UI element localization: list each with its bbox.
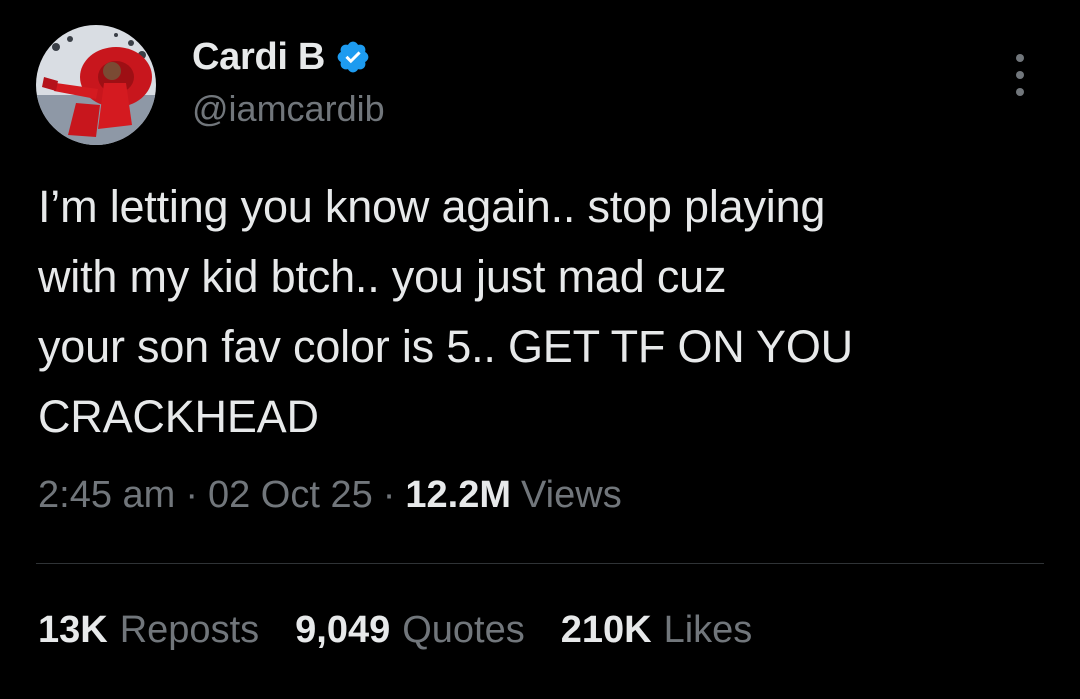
quotes-count: 9,049 — [295, 609, 391, 651]
tweet-text: I’m letting you know again.. stop playin… — [38, 181, 853, 442]
views-label[interactable]: Views — [521, 474, 622, 517]
tweet-date[interactable]: 02 Oct 25 — [208, 474, 373, 517]
avatar-image — [36, 25, 156, 145]
tweet-meta: 2:45 am · 02 Oct 25 · 12.2M Views — [38, 474, 622, 517]
author-handle[interactable]: @iamcardib — [192, 88, 385, 130]
reposts-stat[interactable]: 13K Reposts — [38, 609, 259, 652]
quotes-stat[interactable]: 9,049 Quotes — [295, 609, 525, 652]
more-options-icon[interactable] — [1000, 50, 1040, 100]
likes-count: 210K — [560, 609, 652, 651]
verified-badge-icon — [335, 39, 371, 75]
likes-stat[interactable]: 210K Likes — [561, 609, 753, 652]
meta-separator: · — [382, 474, 396, 516]
quotes-label: Quotes — [402, 609, 525, 651]
divider — [36, 563, 1044, 564]
avatar[interactable] — [36, 25, 156, 145]
reposts-count: 13K — [38, 609, 108, 651]
likes-label: Likes — [663, 609, 753, 651]
meta-separator: · — [185, 474, 198, 516]
tweet-detail: Cardi B @iamcardib I’m letting you know … — [0, 0, 1080, 699]
views-count[interactable]: 12.2M — [405, 474, 511, 517]
author-display-name[interactable]: Cardi B — [192, 36, 325, 79]
engagement-stats: 13K Reposts 9,049 Quotes 210K Likes — [38, 609, 788, 652]
author-name-row: Cardi B — [192, 34, 371, 80]
tweet-time[interactable]: 2:45 am — [38, 474, 175, 517]
reposts-label: Reposts — [119, 609, 260, 651]
